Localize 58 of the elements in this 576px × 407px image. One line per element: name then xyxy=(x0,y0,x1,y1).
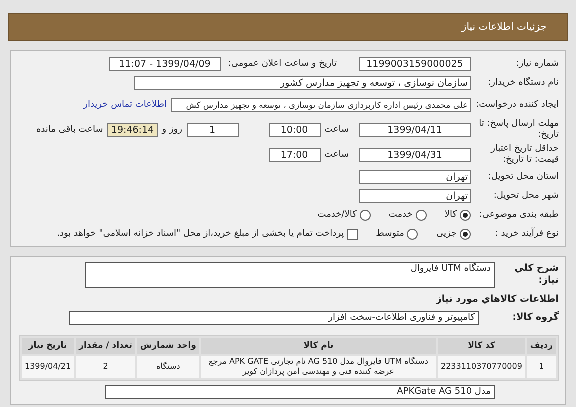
goods-group-field: کامپیوتر و فناوری اطلاعات-سخت افزار xyxy=(69,311,479,325)
description-field: دستگاه UTM فایروال xyxy=(85,262,495,288)
option-label: متوسط xyxy=(376,229,404,239)
need-number-field: 1199003159000025 xyxy=(359,57,471,71)
field-label: مهلت ارسال پاسخ: تا تاریخ: xyxy=(478,119,559,141)
buyer-name-field: سازمان نوسازی ، توسعه و تجهیز مدارس کشور xyxy=(134,76,471,90)
column-header: تاریخ نیاز xyxy=(22,338,74,354)
field-label: ساعت باقی مانده xyxy=(36,125,104,135)
table-cell: دستگاه xyxy=(137,356,200,378)
field-label: حداقل تاریخ اعتبار قیمت: تا تاریخ: xyxy=(490,144,559,166)
field-label: استان محل تحویل: xyxy=(487,172,559,182)
city-field: تهران xyxy=(359,189,471,203)
column-header: واحد شمارش xyxy=(137,338,200,354)
creator-field: علی محمدی رئیس اداره کاربردازی سازمان نوسازی ، توسعه و تجهیز مدارس کش xyxy=(171,98,471,112)
column-header: نام کالا xyxy=(201,338,436,354)
deadline-date-field: 1399/04/11 xyxy=(359,123,471,137)
days-field: 1 xyxy=(186,123,238,137)
validity-time-field: 17:00 xyxy=(268,148,320,162)
field-label: شماره نیاز: xyxy=(515,58,559,70)
checkbox[interactable] xyxy=(347,228,358,240)
field-label: ایجاد کننده درخواست: xyxy=(475,100,559,110)
payment-note: پرداخت تمام یا بخشی از مبلغ خرید،از محل "اسناد خزانه اسلامی" خواهد بود. xyxy=(57,229,344,239)
radio-button[interactable] xyxy=(416,210,427,220)
field-label: شرح کلي نياز: xyxy=(514,263,559,287)
option-label: خدمت xyxy=(388,210,413,220)
countdown-field: 19:46:14 xyxy=(107,123,158,137)
field-label: تاریخ و ساعت اعلان عمومی: xyxy=(227,58,337,70)
field-label: شهر محل تحویل: xyxy=(492,190,559,202)
column-header: کد کالا xyxy=(438,338,526,354)
table-cell: 1 xyxy=(527,356,556,378)
province-field: تهران xyxy=(359,170,471,184)
field-label: روز و xyxy=(162,125,182,135)
column-header: تعداد / مقدار xyxy=(76,338,136,354)
field-label: نوع فرآیند خرید : xyxy=(494,228,559,240)
section-title: اطلاعات کالاهاي مورد نياز xyxy=(436,294,559,304)
option-label: جزیی xyxy=(436,229,457,239)
table-cell: 2 xyxy=(76,356,136,378)
deadline-time-field: 10:00 xyxy=(268,123,320,137)
radio-button[interactable] xyxy=(360,210,371,220)
table-cell: دستگاه UTM فایروال مدل AG 510 نام تجارتی APK GATE مرجع عرضه کننده فنی و مهندسی امن پردازان کویر xyxy=(201,356,436,378)
field-label: گروه کالا: xyxy=(512,312,559,324)
radio-button[interactable] xyxy=(460,228,471,240)
option-label: کالا xyxy=(444,210,457,220)
announce-date-field: 1399/04/09 - 11:07 xyxy=(109,57,221,71)
radio-button[interactable] xyxy=(407,228,418,240)
header-title: جزئیات اطلاعات نیاز xyxy=(462,22,547,32)
validity-date-field: 1399/04/31 xyxy=(359,148,471,162)
buyer-contact-link[interactable]: اطلاعات تماس خریدار xyxy=(84,100,167,110)
field-label: طبقه بندی موضوعی: xyxy=(478,210,559,220)
radio-button[interactable] xyxy=(460,210,471,220)
field-label: ساعت xyxy=(324,150,349,160)
table-cell: 2233110370770009 xyxy=(438,356,526,378)
option-label: کالا/خدمت xyxy=(318,210,357,220)
field-label: نام دستگاه خریدار: xyxy=(487,78,559,88)
note-field: مدل APKGate AG 510 xyxy=(105,385,495,399)
column-header: ردیف xyxy=(527,338,556,354)
field-label: ساعت xyxy=(324,125,349,135)
table-cell: 1399/04/21 xyxy=(22,356,74,378)
